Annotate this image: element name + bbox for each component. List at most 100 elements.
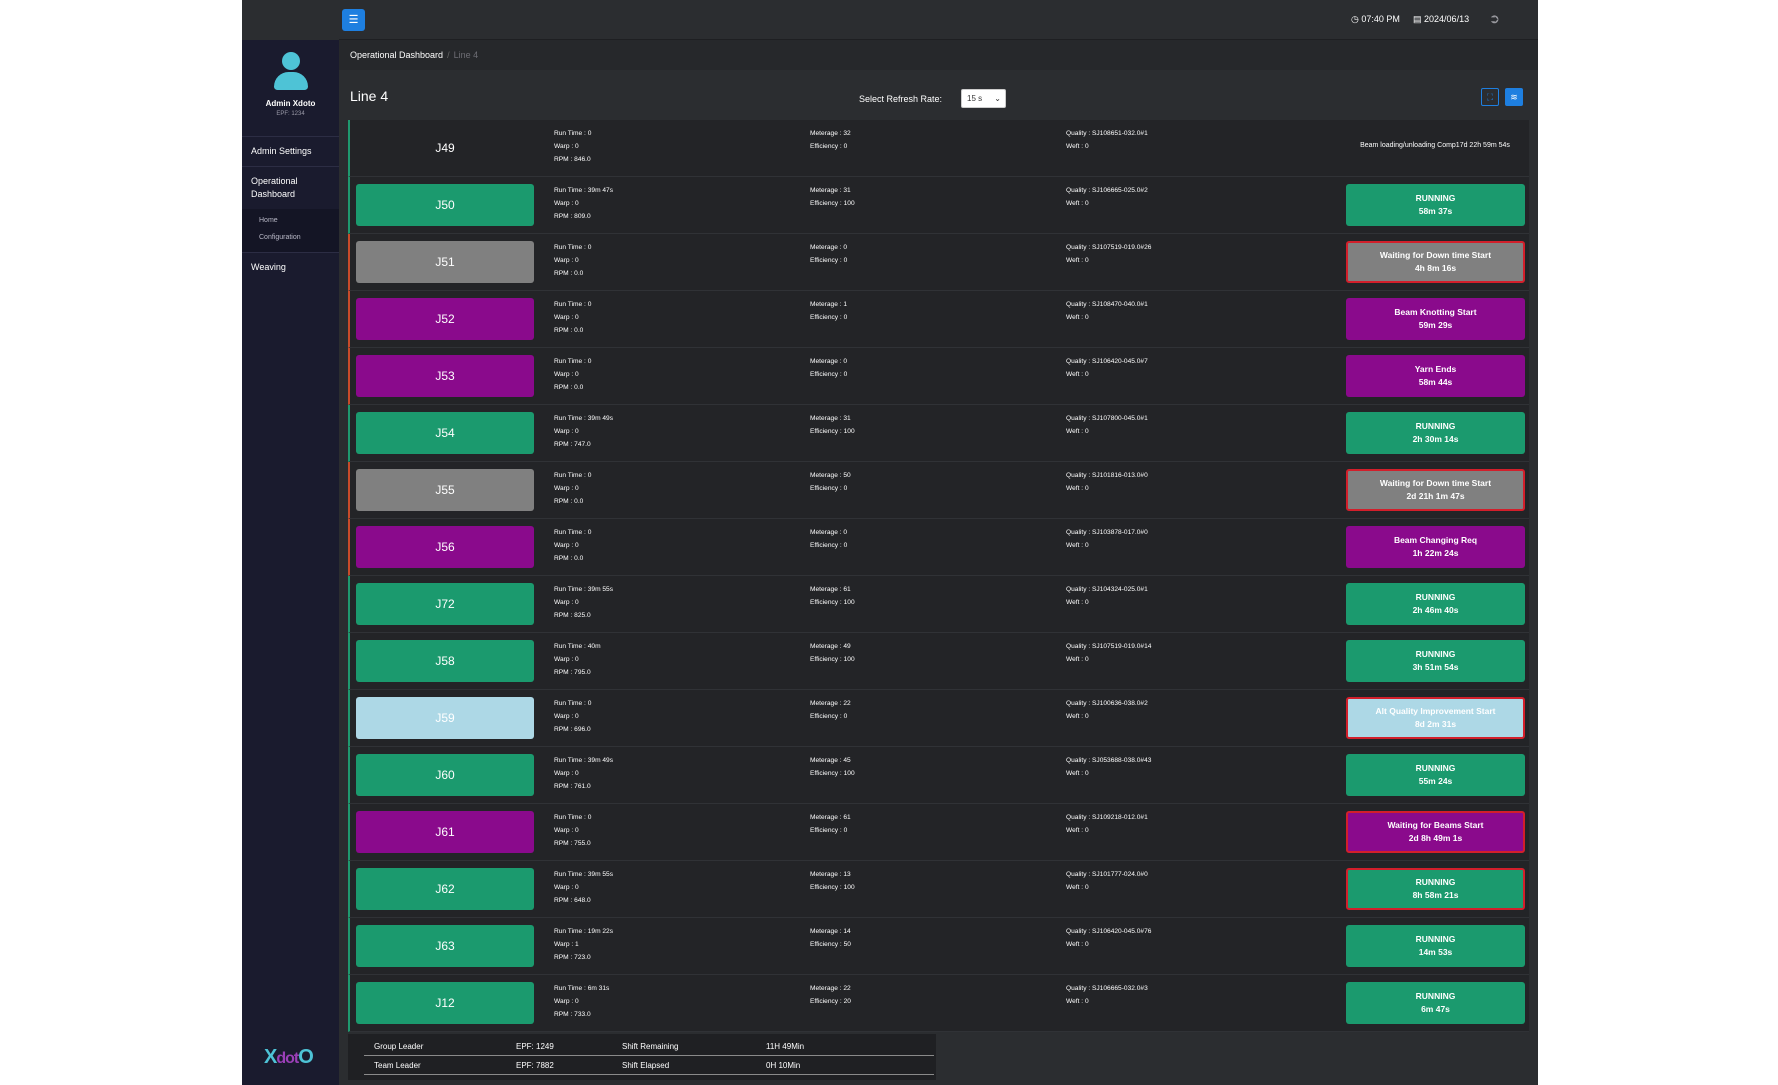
status-badge[interactable]: Beam Changing Req 1h 22m 24s — [1346, 526, 1525, 568]
runtime-column: Run Time : 39m 47s Warp : 0 RPM : 809.0 — [554, 187, 614, 220]
run-time-value: 6m 31s — [587, 985, 610, 992]
rpm-value: 0.0 — [574, 498, 584, 505]
main-content: Line 4 Select Refresh Rate: 15 s ⌄ ⛶ ≋ J4… — [339, 70, 1538, 1085]
status-badge[interactable]: RUNNING 2h 30m 14s — [1346, 412, 1525, 454]
meterage-column: Meterage : 0 Efficiency : 0 — [810, 244, 848, 264]
refresh-rate-label: Select Refresh Rate: — [859, 94, 943, 104]
status-badge[interactable]: RUNNING 8h 58m 21s — [1346, 868, 1525, 910]
loom-row: J51 Run Time : 0 Warp : 0 RPM : 0.0 Meterage… — [348, 234, 1529, 291]
breadcrumb-root[interactable]: Operational Dashboard — [350, 50, 443, 60]
status-badge[interactable]: RUNNING 55m 24s — [1346, 754, 1525, 796]
efficiency-value: 0 — [843, 371, 848, 378]
loom-id-button[interactable]: J61 — [356, 811, 534, 853]
refresh-rate-select[interactable]: 15 s ⌄ — [961, 89, 1006, 108]
loom-id-button[interactable]: J12 — [356, 982, 534, 1024]
meterage-value: 49 — [843, 643, 851, 650]
warp-value: 0 — [575, 371, 579, 378]
loom-id-button[interactable]: J53 — [356, 355, 534, 397]
status-badge[interactable]: Waiting for Beams Start 2d 8h 49m 1s — [1346, 811, 1525, 853]
loom-id-button[interactable]: J50 — [356, 184, 534, 226]
status-badge[interactable]: Waiting for Down time Start 2d 21h 1m 47s — [1346, 469, 1525, 511]
rpm-value: 825.0 — [574, 612, 591, 619]
rpm-value: 795.0 — [574, 669, 591, 676]
quality-column: Quality : SJ107519-019.0#14 Weft : 0 — [1066, 643, 1152, 663]
loom-row: J63 Run Time : 19m 22s Warp : 1 RPM : 723.0… — [348, 918, 1529, 975]
status-badge[interactable]: Yarn Ends 58m 44s — [1346, 355, 1525, 397]
weft-value: 0 — [1084, 884, 1089, 891]
status-badge[interactable]: RUNNING 2h 46m 40s — [1346, 583, 1525, 625]
loom-row: J50 Run Time : 39m 47s Warp : 0 RPM : 809.0… — [348, 177, 1529, 234]
status-badge[interactable]: Waiting for Down time Start 4h 8m 16s — [1346, 241, 1525, 283]
meterage-column: Meterage : 31 Efficiency : 100 — [810, 415, 855, 435]
warp-value: 0 — [575, 998, 579, 1005]
top-bar: ☰ ◷ 07:40 PM ▤ 2024/06/13 ➲ — [339, 0, 1538, 40]
loom-id-button[interactable]: J72 — [356, 583, 534, 625]
menu-toggle-button[interactable]: ☰ — [342, 9, 365, 31]
status-badge[interactable]: RUNNING 3h 51m 54s — [1346, 640, 1525, 682]
quality-column: Quality : SJ106665-025.0#2 Weft : 0 — [1066, 187, 1148, 207]
nav-home[interactable]: Home — [242, 212, 339, 229]
runtime-column: Run Time : 0 Warp : 0 RPM : 0.0 — [554, 358, 592, 391]
run-time-value: 39m 49s — [587, 415, 614, 422]
nav-configuration[interactable]: Configuration — [242, 229, 339, 246]
meterage-value: 1 — [843, 301, 848, 308]
loom-id-button[interactable]: J52 — [356, 298, 534, 340]
fullscreen-icon: ⛶ — [1486, 92, 1494, 102]
loom-id-button[interactable]: J54 — [356, 412, 534, 454]
status-badge[interactable]: RUNNING 6m 47s — [1346, 982, 1525, 1024]
meterage-column: Meterage : 61 Efficiency : 100 — [810, 586, 855, 606]
runtime-column: Run Time : 39m 49s Warp : 0 RPM : 761.0 — [554, 757, 614, 790]
loom-id-button[interactable]: J58 — [356, 640, 534, 682]
efficiency-value: 100 — [843, 884, 855, 891]
efficiency-value: 100 — [843, 200, 855, 207]
loom-id-button[interactable]: J60 — [356, 754, 534, 796]
warp-value: 0 — [575, 713, 579, 720]
rpm-value: 0.0 — [574, 555, 584, 562]
quality-column: Quality : SJ100636-038.0#2 Weft : 0 — [1066, 700, 1148, 720]
meterage-value: 32 — [843, 130, 851, 137]
chart-button[interactable]: ≋ — [1505, 88, 1523, 106]
nav-submenu: Home Configuration — [242, 209, 339, 252]
nav-admin-settings[interactable]: Admin Settings — [242, 136, 339, 166]
loom-id-button[interactable]: J51 — [356, 241, 534, 283]
fullscreen-button[interactable]: ⛶ — [1481, 88, 1499, 106]
run-time-value: 39m 55s — [587, 871, 614, 878]
rpm-value: 846.0 — [574, 156, 591, 163]
status-badge[interactable]: RUNNING 14m 53s — [1346, 925, 1525, 967]
runtime-column: Run Time : 0 Warp : 0 RPM : 0.0 — [554, 301, 592, 334]
warp-value: 0 — [575, 143, 579, 150]
weft-value: 0 — [1084, 428, 1089, 435]
status-badge[interactable]: RUNNING 58m 37s — [1346, 184, 1525, 226]
quality-value: SJ104324-025.0#1 — [1092, 586, 1148, 593]
efficiency-value: 100 — [843, 599, 855, 606]
nav-operational-dashboard[interactable]: Operational Dashboard — [242, 166, 339, 209]
status-badge: Beam loading/unloading Comp17d 22h 59m 5… — [1360, 142, 1510, 149]
meterage-column: Meterage : 1 Efficiency : 0 — [810, 301, 848, 321]
nav-weaving[interactable]: Weaving — [242, 252, 339, 282]
meterage-column: Meterage : 49 Efficiency : 100 — [810, 643, 855, 663]
quality-column: Quality : SJ053688-038.0#43 Weft : 0 — [1066, 757, 1152, 777]
status-badge[interactable]: Alt Quality Improvement Start 8d 2m 31s — [1346, 697, 1525, 739]
weft-value: 0 — [1084, 599, 1089, 606]
loom-id-button[interactable]: J63 — [356, 925, 534, 967]
loom-row: J52 Run Time : 0 Warp : 0 RPM : 0.0 Meterage… — [348, 291, 1529, 348]
quality-column: Quality : SJ106420-045.0#76 Weft : 0 — [1066, 928, 1152, 948]
run-time-value: 19m 22s — [587, 928, 614, 935]
weft-value: 0 — [1084, 827, 1089, 834]
logout-icon[interactable]: ➲ — [1489, 12, 1505, 26]
loom-row: J61 Run Time : 0 Warp : 0 RPM : 755.0 Metera… — [348, 804, 1529, 861]
loom-id-button[interactable]: J62 — [356, 868, 534, 910]
loom-row: J62 Run Time : 39m 55s Warp : 0 RPM : 648.0… — [348, 861, 1529, 918]
loom-list: J49 Run Time : 0 Warp : 0 RPM : 846.0 Metera… — [348, 120, 1529, 1032]
rpm-value: 0.0 — [574, 327, 584, 334]
loom-id-button[interactable]: J59 — [356, 697, 534, 739]
loom-id-button[interactable]: J56 — [356, 526, 534, 568]
loom-id-button[interactable]: J55 — [356, 469, 534, 511]
run-time-value: 0 — [587, 529, 592, 536]
weft-value: 0 — [1084, 314, 1089, 321]
loom-id-button[interactable]: J49 — [356, 127, 534, 169]
warp-value: 0 — [575, 542, 579, 549]
clock-icon: ◷ — [1351, 14, 1359, 24]
weft-value: 0 — [1084, 542, 1089, 549]
status-badge[interactable]: Beam Knotting Start 59m 29s — [1346, 298, 1525, 340]
